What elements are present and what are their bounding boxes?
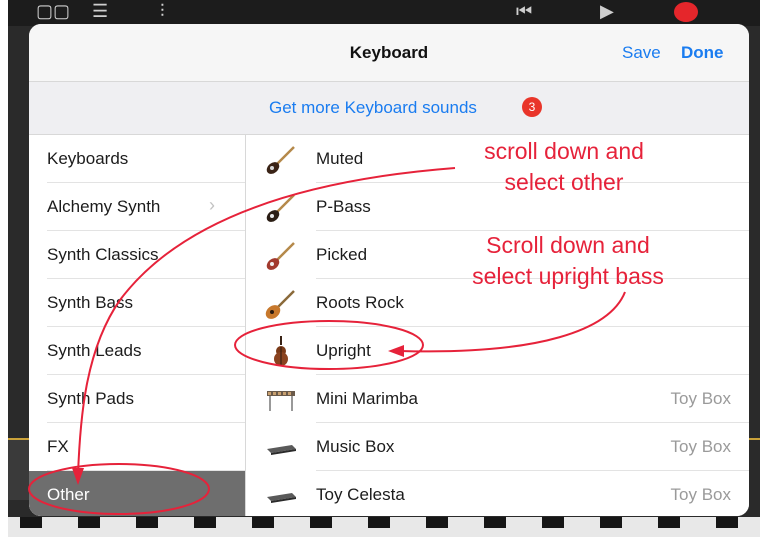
category-item-alchemy-synth[interactable]: Alchemy Synth › [29,183,245,231]
piano-keys[interactable] [8,517,760,537]
mixer-icon[interactable]: ⫶ [160,2,165,20]
category-item-keyboards[interactable]: Keyboards [29,135,245,183]
category-label: Other [47,485,90,504]
sound-tag: Toy Box [670,389,731,408]
done-button[interactable]: Done [681,43,724,63]
get-more-sounds-banner[interactable]: Get more Keyboard sounds 3 [29,82,749,135]
sound-name: Music Box [316,437,395,456]
category-item-other[interactable]: Other [29,471,245,516]
category-item-synth-classics[interactable]: Synth Classics [29,231,245,279]
keyboard-icon [267,493,296,503]
sound-tag: Toy Box [670,437,731,456]
sound-item-upright[interactable]: Upright [246,327,749,375]
view-toggle-icon[interactable]: ▢▢ [36,2,70,20]
sound-name: Upright [316,341,371,360]
tracks-icon[interactable]: ☰ [92,2,108,20]
sound-name: Muted [316,149,364,168]
category-label: Synth Classics [47,245,159,264]
category-item-synth-pads[interactable]: Synth Pads [29,375,245,423]
app-toolbar: ▢▢ ☰ ⫶ ⏮ ▶ [8,0,760,26]
keyboard-sound-picker: Keyboard Save Done Get more Keyboard sou… [29,24,749,516]
sound-name: Picked [316,245,368,264]
electric-bass-icon [266,242,295,270]
category-label: FX [47,437,69,456]
sound-item-mini-marimba[interactable]: Mini Marimba Toy Box [246,375,749,423]
sound-item-picked[interactable]: Picked [246,231,749,279]
sound-name: Toy Celesta [316,485,405,504]
sound-item-music-box[interactable]: Music Box Toy Box [246,423,749,471]
category-label: Alchemy Synth [47,197,161,216]
marimba-icon [267,391,295,411]
category-item-synth-leads[interactable]: Synth Leads [29,327,245,375]
category-item-fx[interactable]: FX [29,423,245,471]
category-list[interactable]: Keyboards Alchemy Synth › Synth Classics… [29,135,246,516]
sound-item-p-bass[interactable]: P-Bass [246,183,749,231]
divider [748,438,760,440]
modal-header: Keyboard Save Done [29,24,749,82]
sound-tag: Toy Box [670,485,731,504]
sound-list[interactable]: Muted P-Bass Picked Roots Rock Upright M… [246,135,749,516]
record-icon[interactable] [674,2,698,22]
notification-badge: 3 [522,97,542,117]
play-icon[interactable]: ▶ [600,2,614,20]
sound-name: Mini Marimba [316,389,419,408]
category-label: Keyboards [47,149,129,168]
sound-item-toy-celesta[interactable]: Toy Celesta Toy Box [246,471,749,516]
sound-name: Roots Rock [316,293,404,312]
sound-item-muted[interactable]: Muted [246,135,749,183]
category-label: Synth Pads [47,389,134,408]
sound-item-roots-rock[interactable]: Roots Rock [246,279,749,327]
upright-bass-icon [274,336,288,366]
get-more-sounds-link[interactable]: Get more Keyboard sounds [269,98,477,118]
category-label: Synth Leads [47,341,142,360]
electric-bass-icon [266,194,295,222]
category-label: Synth Bass [47,293,133,312]
chevron-right-icon: › [209,195,215,215]
sound-name: P-Bass [316,197,371,216]
electric-guitar-icon [265,290,295,319]
rewind-icon[interactable]: ⏮ [516,2,532,20]
save-button[interactable]: Save [622,43,661,63]
category-item-synth-bass[interactable]: Synth Bass [29,279,245,327]
keyboard-icon [267,445,296,455]
electric-bass-icon [266,146,295,174]
